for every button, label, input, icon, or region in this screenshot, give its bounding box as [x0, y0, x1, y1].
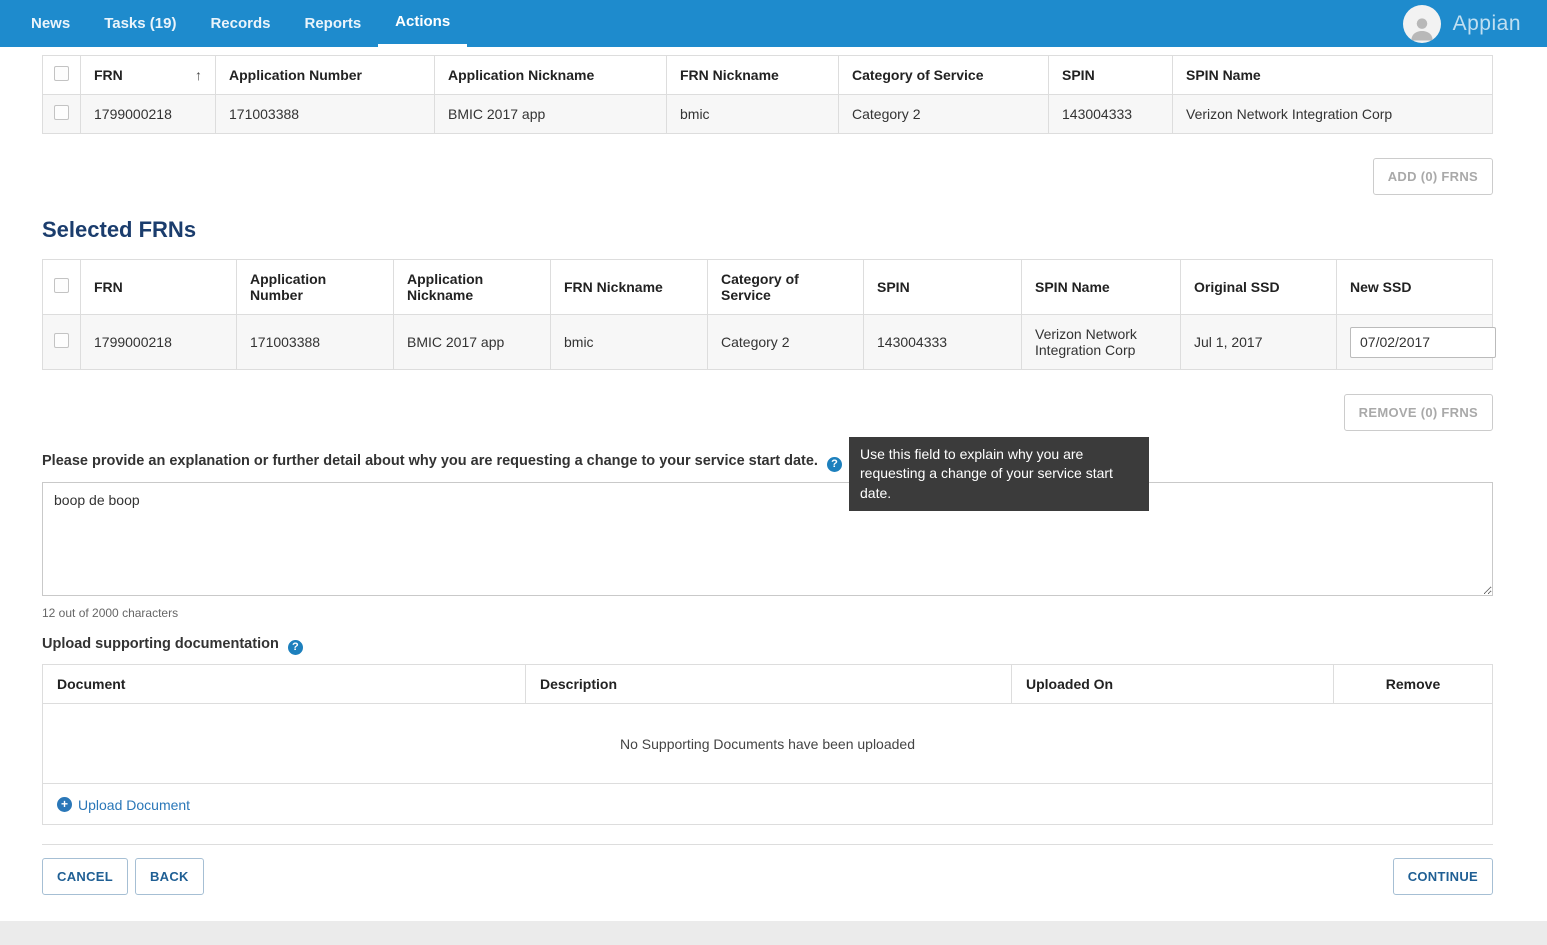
column-header-category-of-service[interactable]: Category of Service — [839, 56, 1049, 95]
nav-item-actions[interactable]: Actions — [378, 0, 467, 47]
appian-logo: Appian — [1453, 12, 1521, 36]
table-header-row: FRN Application Number Application Nickn… — [43, 260, 1493, 315]
upload-document-link-label: Upload Document — [78, 797, 190, 813]
top-navigation-bar: News Tasks (19) Records Reports Actions … — [0, 0, 1547, 47]
row-checkbox[interactable] — [54, 333, 69, 348]
upload-link-row: + Upload Document — [42, 784, 1493, 825]
cell-category-of-service: Category 2 — [839, 95, 1049, 134]
cell-category-of-service: Category 2 — [708, 315, 864, 370]
cell-frn: 1799000218 — [81, 315, 237, 370]
explanation-textarea[interactable]: boop de boop — [42, 482, 1493, 596]
column-header-application-nickname[interactable]: Application Nickname — [435, 56, 667, 95]
column-header-new-ssd[interactable]: New SSD — [1337, 260, 1493, 315]
back-button[interactable]: BACK — [135, 858, 204, 895]
column-header-frn-nickname[interactable]: FRN Nickname — [667, 56, 839, 95]
help-icon[interactable]: ? — [288, 640, 303, 655]
help-icon[interactable]: ? — [827, 457, 842, 472]
select-all-checkbox[interactable] — [54, 66, 69, 81]
person-icon — [1407, 13, 1437, 43]
column-header-uploaded-on: Uploaded On — [1012, 665, 1334, 704]
explanation-label-text: Please provide an explanation or further… — [42, 453, 818, 469]
column-header-frn[interactable]: FRN — [81, 260, 237, 315]
selected-frns-heading: Selected FRNs — [42, 217, 1493, 243]
column-header-document: Document — [43, 665, 526, 704]
sort-ascending-icon: ↑ — [195, 67, 202, 83]
cell-application-nickname: BMIC 2017 app — [394, 315, 551, 370]
user-avatar[interactable] — [1403, 5, 1441, 43]
plus-circle-icon: + — [57, 797, 72, 812]
column-header-application-number[interactable]: Application Number — [237, 260, 394, 315]
new-ssd-input[interactable] — [1350, 327, 1496, 358]
character-count: 12 out of 2000 characters — [42, 606, 1493, 620]
cell-new-ssd — [1337, 315, 1493, 370]
supporting-documents-table: Document Description Uploaded On Remove … — [42, 664, 1493, 784]
column-header-original-ssd[interactable]: Original SSD — [1181, 260, 1337, 315]
nav-item-news[interactable]: News — [14, 0, 87, 47]
cell-original-ssd: Jul 1, 2017 — [1181, 315, 1337, 370]
empty-state-row: No Supporting Documents have been upload… — [43, 704, 1493, 784]
cancel-button[interactable]: CANCEL — [42, 858, 128, 895]
table-header-row: FRN ↑ Application Number Application Nic… — [43, 56, 1493, 95]
cell-spin: 143004333 — [864, 315, 1022, 370]
nav-item-tasks[interactable]: Tasks (19) — [87, 0, 193, 47]
form-footer: CANCEL BACK CONTINUE — [42, 845, 1493, 895]
select-all-checkbox[interactable] — [54, 278, 69, 293]
explanation-label: Please provide an explanation or further… — [42, 453, 1493, 472]
column-header-label: FRN — [94, 67, 123, 83]
remove-frns-button[interactable]: REMOVE (0) FRNS — [1344, 394, 1493, 431]
column-header-spin[interactable]: SPIN — [864, 260, 1022, 315]
column-header-description: Description — [526, 665, 1012, 704]
table-row: 1799000218 171003388 BMIC 2017 app bmic … — [43, 315, 1493, 370]
selected-frns-table: FRN Application Number Application Nickn… — [42, 259, 1493, 370]
table-header-row: Document Description Uploaded On Remove — [43, 665, 1493, 704]
column-header-spin[interactable]: SPIN — [1049, 56, 1173, 95]
table-row: 1799000218 171003388 BMIC 2017 app bmic … — [43, 95, 1493, 134]
upload-document-link[interactable]: + Upload Document — [57, 797, 190, 813]
column-header-application-number[interactable]: Application Number — [216, 56, 435, 95]
frn-search-results-table: FRN ↑ Application Number Application Nic… — [42, 55, 1493, 134]
cell-application-nickname: BMIC 2017 app — [435, 95, 667, 134]
no-documents-message: No Supporting Documents have been upload… — [43, 704, 1493, 784]
nav-item-records[interactable]: Records — [193, 0, 287, 47]
column-header-category-of-service[interactable]: Category of Service — [708, 260, 864, 315]
column-header-remove: Remove — [1334, 665, 1493, 704]
nav-item-reports[interactable]: Reports — [287, 0, 378, 47]
continue-button[interactable]: CONTINUE — [1393, 858, 1493, 895]
cell-frn-nickname: bmic — [667, 95, 839, 134]
upload-label-text: Upload supporting documentation — [42, 636, 279, 652]
help-tooltip: Use this field to explain why you are re… — [849, 437, 1149, 511]
add-frns-button[interactable]: ADD (0) FRNS — [1373, 158, 1493, 195]
upload-documentation-label: Upload supporting documentation ? — [42, 636, 1493, 655]
cell-spin: 143004333 — [1049, 95, 1173, 134]
main-content: FRN ↑ Application Number Application Nic… — [0, 47, 1547, 921]
row-checkbox[interactable] — [54, 105, 69, 120]
cell-spin-name: Verizon Network Integration Corp — [1022, 315, 1181, 370]
column-header-application-nickname[interactable]: Application Nickname — [394, 260, 551, 315]
cell-application-number: 171003388 — [216, 95, 435, 134]
column-header-frn[interactable]: FRN ↑ — [81, 56, 216, 95]
column-header-spin-name[interactable]: SPIN Name — [1022, 260, 1181, 315]
cell-frn: 1799000218 — [81, 95, 216, 134]
topbar-right: Appian — [1403, 5, 1533, 43]
cell-frn-nickname: bmic — [551, 315, 708, 370]
cell-spin-name: Verizon Network Integration Corp — [1173, 95, 1493, 134]
column-header-frn-nickname[interactable]: FRN Nickname — [551, 260, 708, 315]
cell-application-number: 171003388 — [237, 315, 394, 370]
column-header-spin-name[interactable]: SPIN Name — [1173, 56, 1493, 95]
